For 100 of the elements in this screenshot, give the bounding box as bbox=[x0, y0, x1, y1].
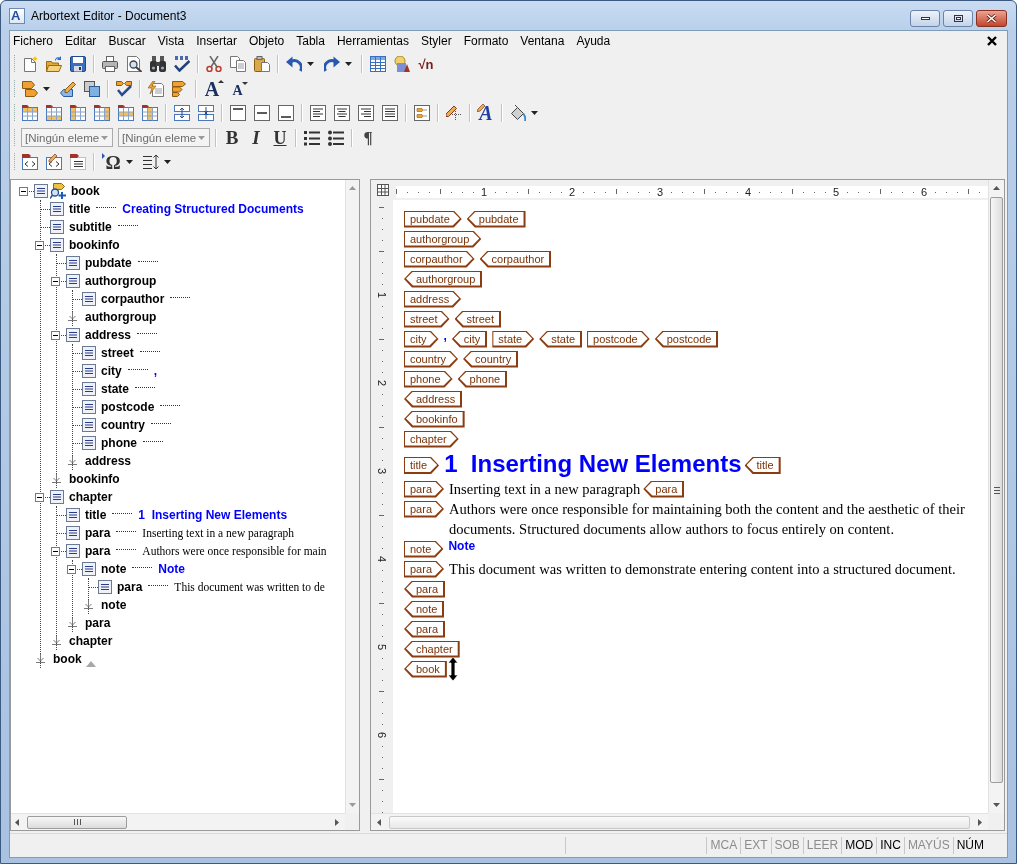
print-icon[interactable] bbox=[102, 56, 118, 73]
numbered-list-icon[interactable] bbox=[304, 129, 320, 146]
minimize-button[interactable] bbox=[910, 10, 940, 27]
paint-bucket-icon[interactable] bbox=[510, 105, 526, 122]
spell-check-icon[interactable] bbox=[174, 56, 190, 73]
end-element-name[interactable]: book bbox=[53, 652, 82, 666]
end-element-name[interactable]: note bbox=[101, 598, 127, 612]
collapse-toggle-icon[interactable] bbox=[51, 331, 60, 340]
table-columns-icon[interactable] bbox=[94, 105, 110, 122]
page-tag-icon[interactable] bbox=[414, 105, 430, 122]
scroll-up-arrow-icon[interactable] bbox=[993, 186, 1000, 190]
align-middle-icon[interactable] bbox=[254, 105, 270, 122]
print-preview-icon[interactable] bbox=[126, 56, 142, 73]
scroll-down-arrow-icon[interactable] bbox=[993, 803, 1000, 807]
checked-tags-icon[interactable] bbox=[116, 80, 132, 97]
table-rows-icon[interactable] bbox=[118, 105, 134, 122]
italic-button[interactable]: I bbox=[248, 127, 264, 148]
tag-code-page-icon[interactable] bbox=[22, 154, 38, 171]
grow-font-button[interactable]: A bbox=[204, 78, 224, 99]
element-name[interactable]: title bbox=[69, 202, 91, 216]
collapse-toggle-icon[interactable] bbox=[19, 187, 28, 196]
toolbar-grip[interactable] bbox=[13, 153, 16, 172]
menu-item[interactable]: Insertar bbox=[190, 32, 243, 50]
end-element-name[interactable]: address bbox=[85, 454, 132, 468]
shapes-icon[interactable] bbox=[394, 56, 410, 73]
scroll-right-arrow-icon[interactable] bbox=[335, 818, 339, 826]
scissors-icon[interactable] bbox=[206, 56, 222, 73]
element-name[interactable]: address bbox=[85, 328, 132, 342]
element-name[interactable]: para bbox=[85, 544, 111, 558]
align-left-icon[interactable] bbox=[310, 105, 326, 122]
scrollbar-thumb[interactable] bbox=[27, 815, 127, 829]
dropdown-caret-icon[interactable] bbox=[345, 62, 352, 67]
tags-icon[interactable] bbox=[22, 80, 38, 97]
collapse-toggle-icon[interactable] bbox=[35, 241, 44, 250]
close-button[interactable] bbox=[976, 10, 1007, 27]
maximize-button[interactable] bbox=[943, 10, 973, 27]
element-name[interactable]: country bbox=[101, 418, 145, 432]
special-character-button[interactable]: Ω bbox=[102, 152, 121, 173]
horizontal-scrollbar[interactable] bbox=[371, 813, 988, 830]
close-icon[interactable] bbox=[987, 36, 997, 46]
overlapping-squares-icon[interactable] bbox=[84, 80, 100, 97]
merge-rows-icon[interactable] bbox=[198, 105, 214, 122]
shrink-font-button[interactable]: A bbox=[232, 78, 248, 99]
pencil-tag-icon[interactable] bbox=[60, 80, 76, 97]
equation-button[interactable]: √n bbox=[418, 54, 434, 75]
menu-item[interactable]: Fichero bbox=[7, 32, 59, 50]
new-document-icon[interactable] bbox=[22, 56, 38, 73]
toolbar-grip[interactable] bbox=[13, 79, 16, 98]
end-element-name[interactable]: bookinfo bbox=[69, 472, 120, 486]
table-rows-icon[interactable] bbox=[46, 105, 62, 122]
end-element-name[interactable]: authorgroup bbox=[85, 310, 157, 324]
open-folder-icon[interactable] bbox=[46, 56, 62, 73]
save-icon[interactable] bbox=[70, 56, 86, 73]
lightning-page-icon[interactable] bbox=[148, 80, 164, 97]
menu-item[interactable]: Ayuda bbox=[570, 32, 617, 50]
element-name[interactable]: phone bbox=[101, 436, 137, 450]
tag-lines-page-icon[interactable] bbox=[70, 154, 86, 171]
element-name[interactable]: pubdate bbox=[85, 256, 132, 270]
element-name[interactable]: note bbox=[101, 562, 127, 576]
element-name[interactable]: street bbox=[101, 346, 134, 360]
element-name[interactable]: corpauthor bbox=[101, 292, 165, 306]
table-columns-icon[interactable] bbox=[142, 105, 158, 122]
menu-item[interactable]: Objeto bbox=[242, 32, 291, 50]
element-name[interactable]: para bbox=[85, 526, 111, 540]
align-center-icon[interactable] bbox=[334, 105, 350, 122]
table-rows-icon[interactable] bbox=[22, 105, 38, 122]
table-columns-icon[interactable] bbox=[70, 105, 86, 122]
bold-button[interactable]: B bbox=[224, 127, 240, 148]
dropdown-caret-icon[interactable] bbox=[164, 160, 171, 165]
undo-arrow-icon[interactable] bbox=[286, 56, 302, 73]
dropdown-caret-icon[interactable] bbox=[43, 86, 50, 91]
tag-list-icon[interactable] bbox=[172, 80, 188, 97]
align-top-icon[interactable] bbox=[230, 105, 246, 122]
table-icon[interactable] bbox=[370, 56, 386, 73]
element-name[interactable]: authorgroup bbox=[85, 274, 157, 288]
vertical-ruler[interactable]: 1 2 3 4 5 6 bbox=[376, 207, 388, 813]
menu-item[interactable]: Ventana bbox=[514, 32, 571, 50]
scrollbar-thumb[interactable] bbox=[389, 815, 970, 829]
horizontal-ruler[interactable]: 1 2 3 4 5 6 bbox=[396, 186, 988, 198]
collapse-toggle-icon[interactable] bbox=[35, 493, 44, 502]
menu-item[interactable]: Editar bbox=[59, 32, 103, 50]
split-rows-icon[interactable] bbox=[174, 105, 190, 122]
align-bottom-icon[interactable] bbox=[278, 105, 294, 122]
horizontal-scrollbar[interactable] bbox=[11, 813, 345, 830]
dropdown-caret-icon[interactable] bbox=[531, 111, 538, 116]
element-name[interactable]: city bbox=[101, 364, 122, 378]
scroll-left-arrow-icon[interactable] bbox=[15, 818, 19, 826]
menu-item[interactable]: Vista bbox=[151, 32, 191, 50]
show-tags-button[interactable]: ¶ bbox=[360, 127, 376, 148]
redo-arrow-icon[interactable] bbox=[324, 56, 340, 73]
grid-icon[interactable] bbox=[377, 184, 389, 196]
bulleted-list-icon[interactable] bbox=[328, 129, 344, 146]
collapse-toggle-icon[interactable] bbox=[51, 547, 60, 556]
dropdown-caret-icon[interactable] bbox=[126, 160, 133, 165]
line-spacing-icon[interactable] bbox=[143, 154, 159, 171]
menu-item[interactable]: Tabla bbox=[290, 32, 331, 50]
align-right-icon[interactable] bbox=[358, 105, 374, 122]
scrollbar-thumb[interactable] bbox=[990, 197, 1003, 783]
scroll-left-arrow-icon[interactable] bbox=[377, 818, 381, 826]
element-name[interactable]: state bbox=[101, 382, 129, 396]
